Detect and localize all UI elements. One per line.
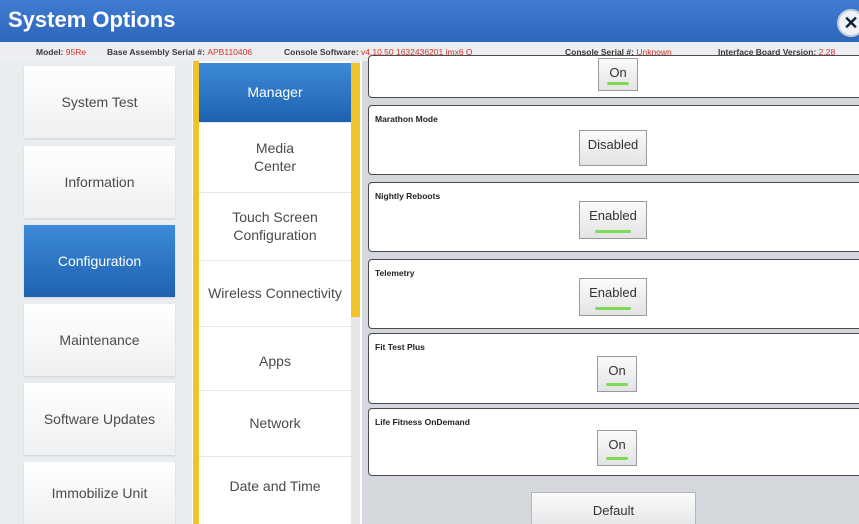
model-info: Model: 95Re [36, 47, 86, 57]
toggle-value: Enabled [589, 285, 637, 300]
setting-card-telemetry: Telemetry Enabled [368, 259, 859, 329]
toggle-button[interactable]: On [597, 356, 637, 392]
setting-card-fit-test-plus: Fit Test Plus On [368, 333, 859, 404]
console-software-label: Console Software: [284, 47, 359, 57]
menu-system-test[interactable]: System Test [24, 66, 175, 138]
submenu-date-and-time[interactable]: Date and Time [199, 457, 351, 517]
submenu-label: Media Center [253, 140, 297, 174]
toggle-value: Enabled [589, 208, 637, 223]
submenu-label: Manager [247, 83, 303, 100]
menu-label: Information [64, 174, 135, 190]
setting-card-marathon-mode: Marathon Mode Disabled [368, 105, 859, 175]
menu-configuration[interactable]: Configuration [24, 225, 175, 297]
toggle-indicator [606, 383, 628, 386]
default-button[interactable]: Default [531, 492, 696, 524]
menu-software-updates[interactable]: Software Updates [24, 383, 175, 455]
submenu-apps[interactable]: Apps [199, 327, 351, 391]
submenu-label: Date and Time [229, 478, 321, 495]
submenu-media-center[interactable]: Media Center [199, 123, 351, 193]
setting-card-nightly-reboots: Nightly Reboots Enabled [368, 182, 859, 252]
assembly-serial-label: Base Assembly Serial #: [107, 47, 205, 57]
submenu-label: Apps [259, 352, 291, 369]
toggle-button[interactable]: Enabled [579, 201, 647, 239]
toggle-button[interactable]: On [598, 58, 638, 91]
toggle-value: On [609, 65, 627, 80]
toggle-button[interactable]: On [597, 430, 637, 466]
toggle-indicator [606, 457, 628, 460]
submenu-manager[interactable]: Manager [199, 63, 351, 123]
assembly-serial-info: Base Assembly Serial #: APB110406 [107, 47, 252, 57]
submenu-label: Network [249, 414, 301, 431]
toggle-value: On [608, 437, 626, 452]
submenu-touch-screen-configuration[interactable]: Touch Screen Configuration [199, 193, 351, 261]
assembly-serial-value: APB110406 [207, 47, 253, 57]
toggle-value: Disabled [587, 137, 639, 152]
toggle-indicator [595, 157, 631, 160]
title-bar: System Options ✕ [0, 0, 859, 42]
setting-label: Fit Test Plus [375, 342, 425, 352]
setting-card-top: On [368, 55, 859, 98]
toggle-indicator [595, 307, 631, 310]
scrollbar-thumb[interactable] [351, 63, 360, 317]
close-icon[interactable]: ✕ [837, 9, 859, 37]
toggle-indicator [595, 230, 631, 233]
menu-immobilize-unit[interactable]: Immobilize Unit [24, 462, 175, 524]
menu-label: System Test [61, 94, 138, 110]
menu-label: Immobilize Unit [51, 485, 148, 501]
setting-label: Telemetry [375, 268, 415, 278]
model-label: Model: [36, 47, 64, 57]
toggle-button[interactable]: Disabled [579, 130, 647, 166]
toggle-button[interactable]: Enabled [579, 278, 647, 316]
page-title: System Options [8, 7, 176, 32]
submenu-wireless-connectivity[interactable]: Wireless Connectivity [199, 261, 351, 327]
menu-information[interactable]: Information [24, 146, 175, 218]
setting-label: Marathon Mode [375, 114, 438, 124]
submenu-label: Touch Screen Configuration [232, 209, 318, 243]
setting-label: Nightly Reboots [375, 191, 441, 201]
sub-menu-scrollbar[interactable] [351, 61, 360, 524]
setting-card-life-fitness-ondemand: Life Fitness OnDemand On [368, 408, 859, 476]
submenu-label: Wireless Connectivity [208, 284, 342, 301]
menu-label: Configuration [57, 253, 142, 269]
model-value: 95Re [65, 47, 87, 57]
submenu-network[interactable]: Network [199, 391, 351, 457]
setting-label: Life Fitness OnDemand [375, 417, 470, 427]
menu-maintenance[interactable]: Maintenance [24, 304, 175, 376]
toggle-value: On [608, 363, 626, 378]
toggle-indicator [607, 82, 629, 85]
menu-label: Maintenance [59, 332, 140, 348]
menu-label: Software Updates [43, 411, 156, 427]
